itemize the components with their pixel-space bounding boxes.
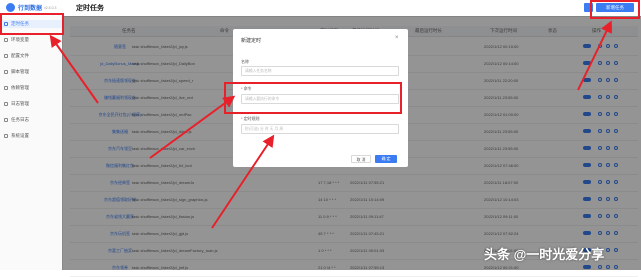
arrow-to-sidebar <box>49 34 99 104</box>
watermark: 头条 @一时光爱分享 <box>484 247 605 262</box>
annotation-arrows <box>49 20 612 229</box>
arrow-to-add-button <box>577 20 612 91</box>
arrow-to-command <box>149 95 236 159</box>
arrow-to-schedule <box>211 134 275 229</box>
